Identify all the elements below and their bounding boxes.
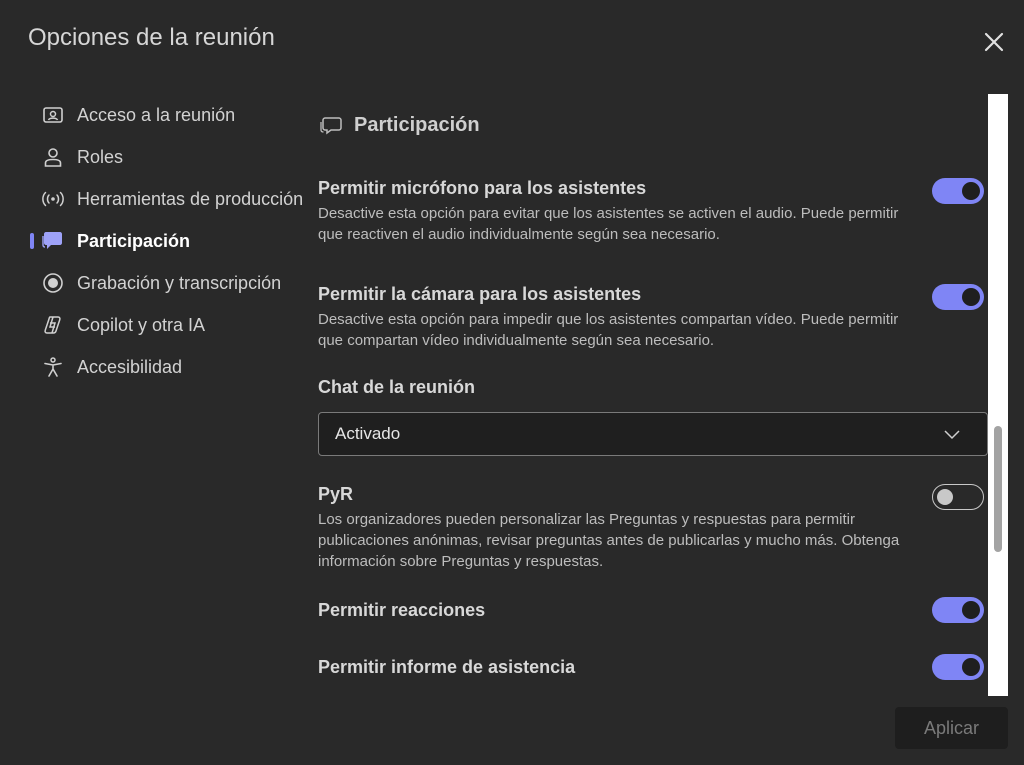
setting-qa: PyR Los organizadores pueden personaliza… <box>318 484 988 572</box>
scrollbar[interactable] <box>988 94 1008 696</box>
setting-attendance: Permitir informe de asistencia <box>318 654 988 680</box>
setting-description: Desactive esta opción para impedir que l… <box>318 311 899 349</box>
sidebar-item-label: Accesibilidad <box>77 356 183 377</box>
chat-bubbles-icon <box>41 229 65 253</box>
section-title: Participación <box>354 113 480 136</box>
sidebar-item-copilot[interactable]: Copilot y otra IA <box>0 304 308 346</box>
dropdown-value: Activado <box>335 424 401 443</box>
meeting-access-icon <box>41 103 65 127</box>
setting-chat: Chat de la reunión <box>318 377 988 398</box>
toggle-knob <box>937 488 953 505</box>
broadcast-icon <box>41 187 65 211</box>
sidebar-item-roles[interactable]: Roles <box>0 136 308 178</box>
chat-dropdown[interactable]: Activado <box>318 412 988 456</box>
toggle-knob <box>962 182 980 200</box>
qa-toggle[interactable] <box>932 484 984 510</box>
sidebar: Acceso a la reunión Roles Herramientas d… <box>0 94 308 388</box>
toggle-knob <box>962 288 980 306</box>
sidebar-item-accessibility[interactable]: Accesibilidad <box>0 346 308 388</box>
copilot-icon <box>41 313 65 337</box>
record-icon <box>41 271 65 295</box>
setting-name: Permitir informe de asistencia <box>318 657 576 677</box>
person-icon <box>41 145 65 169</box>
sidebar-item-label: Roles <box>77 146 124 167</box>
setting-name: Permitir la cámara para los asistentes <box>318 284 642 304</box>
setting-description: Los organizadores pueden personalizar la… <box>318 511 900 570</box>
reactions-toggle[interactable] <box>932 597 984 623</box>
accessibility-icon <box>41 355 65 379</box>
sidebar-item-label: Acceso a la reunión <box>77 104 236 125</box>
apply-button[interactable]: Aplicar <box>895 707 1008 749</box>
chevron-down-icon <box>944 430 960 440</box>
close-button[interactable] <box>980 28 1008 56</box>
setting-description: Desactive esta opción para evitar que lo… <box>318 205 899 243</box>
active-indicator <box>30 233 34 249</box>
sidebar-item-label: Grabación y transcripción <box>77 272 282 293</box>
attendance-toggle[interactable] <box>932 654 984 680</box>
sidebar-item-label: Participación <box>77 230 191 251</box>
chat-bubbles-icon <box>318 112 344 138</box>
camera-toggle[interactable] <box>932 284 984 310</box>
setting-camera: Permitir la cámara para los asistentes D… <box>318 284 988 351</box>
toggle-knob <box>962 658 980 676</box>
sidebar-item-participation[interactable]: Participación <box>0 220 308 262</box>
dialog-title: Opciones de la reunión <box>28 24 275 51</box>
sidebar-item-label: Herramientas de producción <box>77 188 304 209</box>
sidebar-item-production-tools[interactable]: Herramientas de producción <box>0 178 308 220</box>
toggle-knob <box>962 601 980 619</box>
section-header: Participación <box>318 112 480 138</box>
setting-name: Permitir micrófono para los asistentes <box>318 178 647 198</box>
setting-name: Permitir reacciones <box>318 600 486 620</box>
mic-toggle[interactable] <box>932 178 984 204</box>
setting-reactions: Permitir reacciones <box>318 597 988 623</box>
setting-name: Chat de la reunión <box>318 377 476 397</box>
setting-name: PyR <box>318 484 354 504</box>
sidebar-item-label: Copilot y otra IA <box>77 314 206 335</box>
scrollbar-thumb[interactable] <box>994 426 1002 552</box>
sidebar-item-recording[interactable]: Grabación y transcripción <box>0 262 308 304</box>
sidebar-item-meeting-access[interactable]: Acceso a la reunión <box>0 94 308 136</box>
close-icon <box>984 32 1004 52</box>
setting-mic: Permitir micrófono para los asistentes D… <box>318 178 988 245</box>
settings-panel: Participación Permitir micrófono para lo… <box>318 94 988 696</box>
